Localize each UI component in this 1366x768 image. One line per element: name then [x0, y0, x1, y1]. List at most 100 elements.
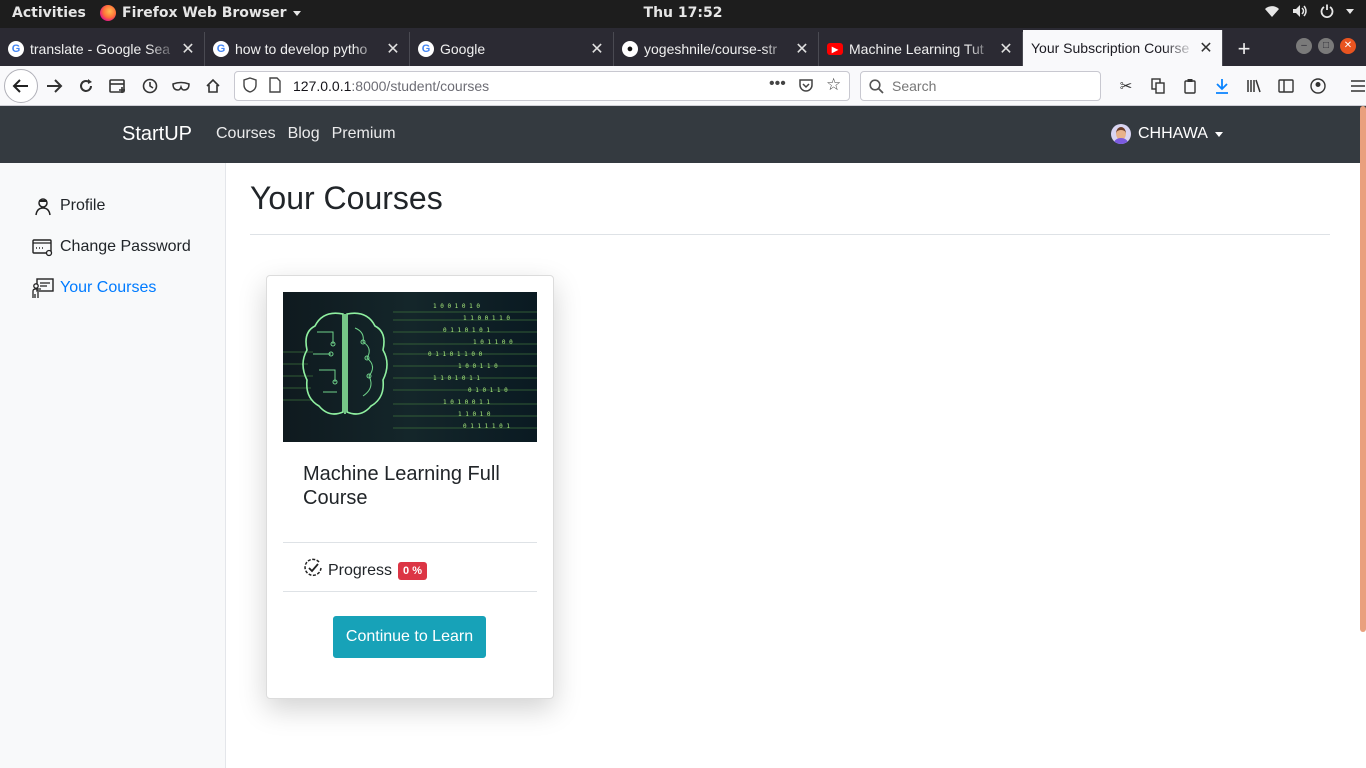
browser-toolbar: 127.0.0.1:8000/student/courses ••• ☆ Sea…	[0, 66, 1366, 106]
firefox-icon	[100, 5, 116, 21]
user-icon	[32, 195, 54, 217]
svg-text:1 1 0 1 0: 1 1 0 1 0	[458, 411, 491, 418]
shield-icon[interactable]	[243, 77, 257, 96]
app-menu[interactable]: Firefox Web Browser	[100, 5, 301, 21]
maximize-icon[interactable]: □	[1318, 38, 1334, 54]
brand-logo-link[interactable]: StartUP	[122, 123, 192, 146]
minimize-icon[interactable]: –	[1296, 38, 1312, 54]
close-window-icon[interactable]: ✕	[1340, 38, 1356, 54]
youtube-icon: ▶	[827, 43, 843, 55]
library-icon[interactable]	[1238, 72, 1270, 100]
url-path: :8000/student/courses	[351, 78, 490, 94]
progress-check-icon	[303, 558, 323, 583]
private-mask-icon[interactable]	[167, 72, 195, 100]
browser-tab-strip: G translate - Google Sea ✕ G how to deve…	[0, 28, 1366, 66]
container-tab-icon[interactable]	[104, 72, 132, 100]
courses-icon	[32, 277, 54, 299]
download-icon[interactable]	[1206, 72, 1238, 100]
more-actions-icon[interactable]: •••	[769, 75, 786, 93]
sidebar-item-label: Profile	[60, 197, 106, 214]
tab-title: Google	[440, 41, 486, 57]
svg-text:1 0 1 1 0 0: 1 0 1 1 0 0	[473, 339, 513, 346]
pocket-icon[interactable]	[798, 77, 814, 96]
google-icon: G	[213, 41, 229, 57]
progress-label: Progress	[328, 561, 393, 579]
course-card: 1 0 0 1 0 1 0 1 1 0 0 1 1 0 0 1 1 0 1 0 …	[266, 275, 554, 699]
url-bar[interactable]: 127.0.0.1:8000/student/courses ••• ☆	[234, 71, 850, 101]
back-arrow-icon[interactable]	[4, 69, 38, 103]
progress-badge: 0 %	[398, 561, 427, 580]
svg-text:0 1 1 1 1 0 1: 0 1 1 1 1 0 1	[463, 423, 510, 430]
forward-arrow-icon[interactable]	[40, 72, 68, 100]
search-placeholder: Search	[892, 78, 937, 94]
google-icon: G	[418, 41, 434, 57]
page-scrollbar[interactable]	[1360, 106, 1366, 632]
nav-link-courses[interactable]: Courses	[216, 125, 276, 143]
card-divider	[283, 542, 537, 543]
user-name: CHHAWA	[1138, 125, 1208, 142]
sidebar-item-label: Your Courses	[60, 279, 157, 296]
browser-tab[interactable]: ● yogeshnile/course-str ✕	[614, 32, 819, 66]
browser-tab[interactable]: ▶ Machine Learning Tut ✕	[819, 32, 1023, 66]
power-icon	[1320, 4, 1334, 22]
course-progress: Progress 0 %	[303, 558, 427, 583]
paste-icon[interactable]	[1174, 72, 1206, 100]
close-tab-icon[interactable]: ✕	[792, 39, 812, 59]
nav-link-blog[interactable]: Blog	[288, 125, 320, 143]
page-info-icon[interactable]	[269, 77, 281, 96]
home-icon[interactable]	[199, 72, 227, 100]
svg-text:1 0 0 1 1 0: 1 0 0 1 1 0	[458, 363, 498, 370]
tab-title: translate - Google Sea	[30, 41, 171, 57]
wifi-icon	[1264, 4, 1280, 22]
web-page: StartUP Courses Blog Premium CHHAWA Prof…	[0, 106, 1366, 768]
new-tab-icon[interactable]: +	[1232, 36, 1256, 62]
continue-to-learn-button[interactable]: Continue to Learn	[333, 616, 486, 658]
activities-button[interactable]: Activities	[12, 5, 86, 21]
browser-tab[interactable]: G Google ✕	[410, 32, 614, 66]
close-tab-icon[interactable]: ✕	[996, 39, 1016, 59]
search-input[interactable]: Search	[860, 71, 1101, 101]
password-icon	[32, 236, 54, 258]
user-dropdown[interactable]: CHHAWA	[1111, 124, 1223, 144]
account-icon[interactable]	[1302, 72, 1334, 100]
sidebar-item-your-courses[interactable]: Your Courses	[32, 277, 156, 299]
svg-text:0 1 1 0 1 0 1: 0 1 1 0 1 0 1	[443, 327, 490, 334]
tab-title: yogeshnile/course-str	[644, 41, 778, 57]
system-tray[interactable]	[1264, 4, 1354, 22]
close-tab-icon[interactable]: ✕	[1196, 38, 1216, 58]
window-controls: – □ ✕	[1296, 38, 1356, 54]
browser-tab[interactable]: G how to develop pytho ✕	[205, 32, 410, 66]
sidebar-toggle-icon[interactable]	[1270, 72, 1302, 100]
tab-title: Machine Learning Tut	[849, 41, 984, 57]
svg-text:1 1 0 0 1 1 0: 1 1 0 0 1 1 0	[463, 315, 510, 322]
page-title: Your Courses	[250, 180, 443, 216]
course-title[interactable]: Machine Learning Full Course	[303, 462, 523, 510]
toolbar-icons: ✂	[1110, 72, 1366, 100]
app-menu-label: Firefox Web Browser	[122, 5, 287, 21]
avatar	[1111, 124, 1131, 144]
bookmark-star-icon[interactable]: ☆	[826, 75, 841, 95]
svg-text:0 1 1 0 1 1 0 0: 0 1 1 0 1 1 0 0	[428, 351, 483, 358]
site-nav-links: Courses Blog Premium	[216, 125, 408, 143]
close-tab-icon[interactable]: ✕	[383, 39, 403, 59]
chevron-down-icon	[1346, 9, 1354, 14]
chevron-down-icon	[1214, 131, 1223, 137]
close-tab-icon[interactable]: ✕	[178, 39, 198, 59]
nav-link-premium[interactable]: Premium	[332, 125, 396, 143]
browser-tab-active[interactable]: Your Subscription Course ✕	[1023, 30, 1223, 66]
history-icon[interactable]	[136, 72, 164, 100]
copy-icon[interactable]	[1142, 72, 1174, 100]
chevron-down-icon	[292, 10, 301, 16]
close-tab-icon[interactable]: ✕	[587, 39, 607, 59]
reload-icon[interactable]	[72, 72, 100, 100]
google-icon: G	[8, 41, 24, 57]
svg-text:1 0 0 1 0 1 0: 1 0 0 1 0 1 0	[433, 303, 480, 310]
sidebar-item-profile[interactable]: Profile	[32, 195, 105, 217]
sidebar-item-change-password[interactable]: Change Password	[32, 236, 191, 258]
browser-tab[interactable]: G translate - Google Sea ✕	[0, 32, 205, 66]
svg-text:1 1 0 1 0 1 1: 1 1 0 1 0 1 1	[433, 375, 480, 382]
hamburger-menu-icon[interactable]	[1342, 72, 1366, 100]
cut-icon[interactable]: ✂	[1110, 72, 1142, 100]
github-icon: ●	[622, 41, 638, 57]
site-navbar: StartUP Courses Blog Premium CHHAWA	[0, 106, 1366, 163]
